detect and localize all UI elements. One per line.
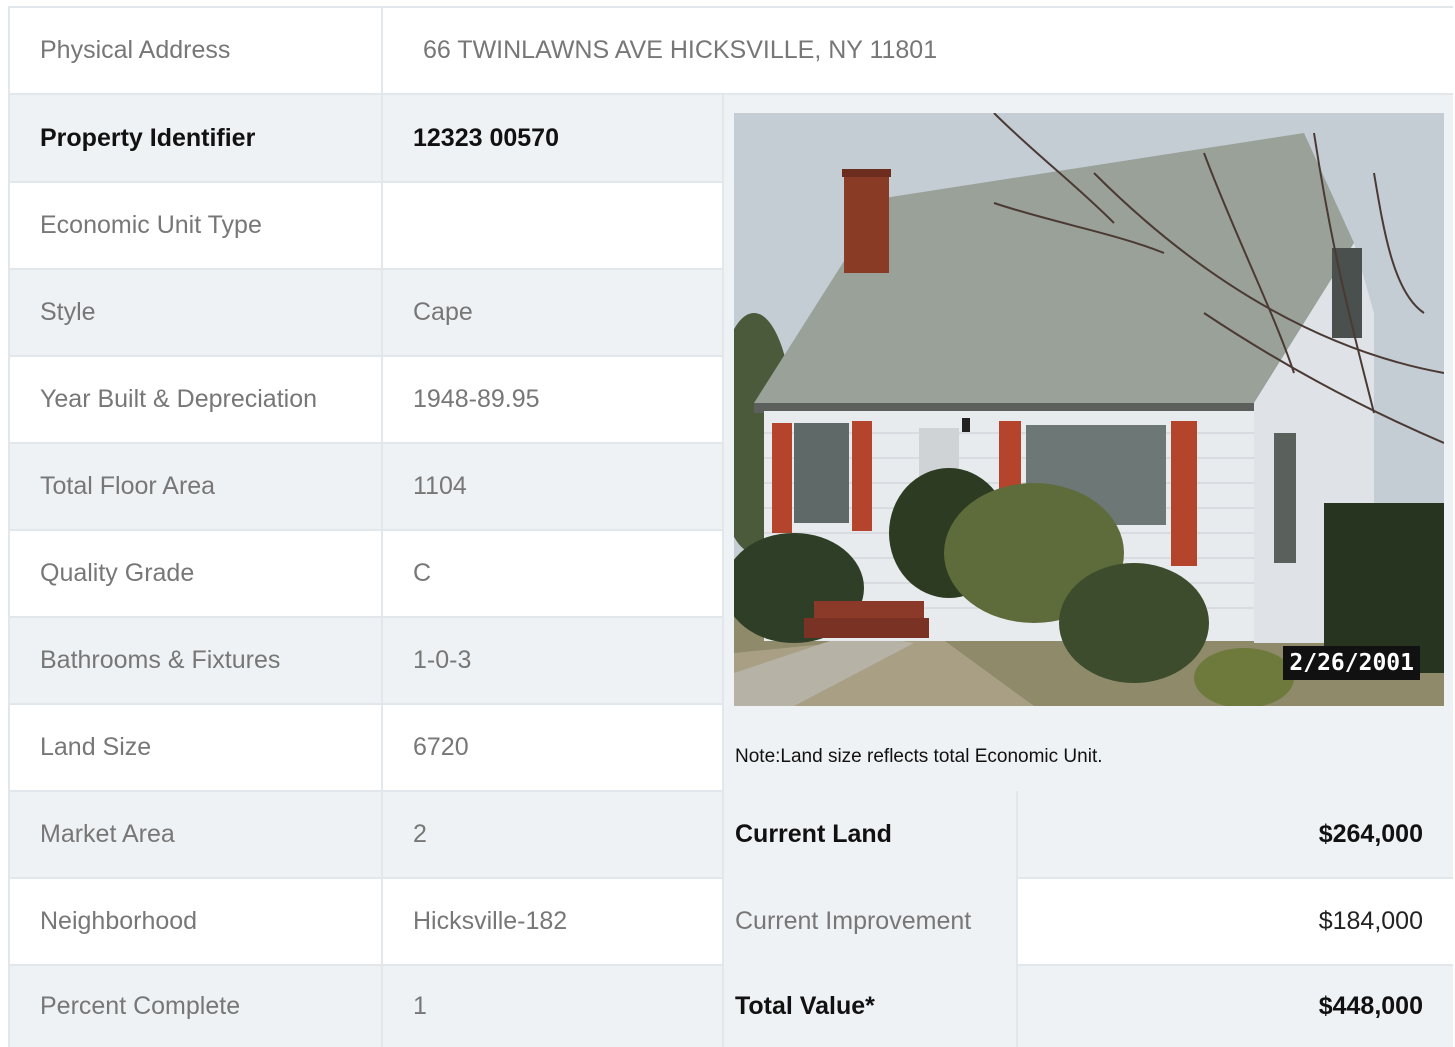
row-value: 12323 00570 bbox=[413, 123, 559, 152]
row-value: 6720 bbox=[413, 732, 469, 761]
row-label: Total Floor Area bbox=[40, 471, 216, 500]
row-label: Style bbox=[40, 297, 96, 326]
row-label: Percent Complete bbox=[40, 991, 241, 1020]
valuation-divider bbox=[1016, 791, 1018, 1047]
economic-unit-type-label: Economic Unit Type bbox=[10, 182, 381, 268]
bathrooms-value: 1-0-3 bbox=[381, 617, 722, 703]
total-floor-area-label: Total Floor Area bbox=[10, 443, 381, 529]
row-value: 2 bbox=[413, 819, 427, 848]
row-label: Neighborhood bbox=[40, 906, 198, 935]
neighborhood-label: Neighborhood bbox=[10, 878, 381, 964]
land-size-value: 6720 bbox=[381, 704, 722, 790]
valuation-divider bbox=[1016, 877, 1453, 879]
row-divider bbox=[10, 964, 722, 966]
bathrooms-label: Bathrooms & Fixtures bbox=[10, 617, 381, 703]
quality-grade-value: C bbox=[381, 530, 722, 616]
land-size-note: Note:Land size reflects total Economic U… bbox=[735, 746, 1103, 767]
physical-address-value: 66 TWINLAWNS AVE HICKSVILLE, NY 11801 bbox=[381, 8, 1453, 93]
row-label: Land Size bbox=[40, 732, 152, 761]
row-value: Cape bbox=[413, 297, 473, 326]
land-size-label: Land Size bbox=[10, 704, 381, 790]
year-built-value: 1948-89.95 bbox=[381, 356, 722, 442]
row-label: Economic Unit Type bbox=[40, 210, 262, 239]
style-label: Style bbox=[10, 269, 381, 355]
row-value: Hicksville-182 bbox=[413, 906, 568, 935]
neighborhood-value: Hicksville-182 bbox=[381, 878, 722, 964]
valuation-row-current-improvement: Current Improvement $184,000 bbox=[722, 878, 1453, 964]
house-photo-illustration bbox=[734, 113, 1444, 706]
current-improvement-value: $184,000 bbox=[1017, 878, 1453, 964]
row-divider bbox=[10, 181, 722, 183]
row-label: Quality Grade bbox=[40, 558, 195, 587]
row-value: 1104 bbox=[413, 471, 467, 500]
row-divider bbox=[10, 442, 722, 444]
percent-complete-value: 1 bbox=[381, 965, 722, 1047]
current-land-value: $264,000 bbox=[1017, 791, 1453, 877]
house-photo: 2/26/2001 bbox=[734, 113, 1444, 706]
column-divider bbox=[722, 95, 724, 1047]
physical-address-label: Physical Address bbox=[10, 8, 381, 93]
row-label: Market Area bbox=[40, 819, 175, 848]
row-label: Year Built & Depreciation bbox=[40, 384, 318, 413]
market-area-value: 2 bbox=[381, 791, 722, 877]
total-floor-area-value: 1104 bbox=[381, 443, 722, 529]
row-value: 1 bbox=[413, 991, 427, 1020]
valuation-row-total-value: Total Value* $448,000 bbox=[722, 965, 1453, 1047]
valuation-row-current-land: Current Land $264,000 bbox=[722, 791, 1453, 877]
valuation-divider bbox=[1016, 964, 1453, 966]
quality-grade-label: Quality Grade bbox=[10, 530, 381, 616]
row-divider bbox=[10, 790, 722, 792]
physical-address-label-text: Physical Address bbox=[40, 36, 231, 64]
row-value: 1948-89.95 bbox=[413, 384, 540, 413]
current-land-label: Current Land bbox=[735, 819, 892, 848]
total-value-value: $448,000 bbox=[1017, 965, 1453, 1047]
economic-unit-type-value bbox=[381, 182, 722, 268]
photo-date-stamp: 2/26/2001 bbox=[1283, 646, 1420, 680]
row-divider bbox=[10, 529, 722, 531]
current-improvement-label: Current Improvement bbox=[735, 906, 972, 935]
row-divider bbox=[10, 877, 722, 879]
row-value: C bbox=[413, 558, 432, 587]
physical-address-value-text: 66 TWINLAWNS AVE HICKSVILLE, NY 11801 bbox=[423, 36, 938, 64]
row-divider bbox=[10, 616, 722, 618]
style-value: Cape bbox=[381, 269, 722, 355]
row-divider bbox=[10, 355, 722, 357]
row-divider bbox=[10, 703, 722, 705]
row-divider bbox=[10, 268, 722, 270]
property-identifier-value: 12323 00570 bbox=[381, 95, 722, 181]
row-label: Property Identifier bbox=[40, 123, 256, 152]
row-value: 1-0-3 bbox=[413, 645, 472, 674]
property-identifier-label: Property Identifier bbox=[10, 95, 381, 181]
percent-complete-label: Percent Complete bbox=[10, 965, 381, 1047]
total-value-label: Total Value* bbox=[735, 991, 875, 1020]
row-label: Bathrooms & Fixtures bbox=[40, 645, 281, 674]
year-built-label: Year Built & Depreciation bbox=[10, 356, 381, 442]
market-area-label: Market Area bbox=[10, 791, 381, 877]
